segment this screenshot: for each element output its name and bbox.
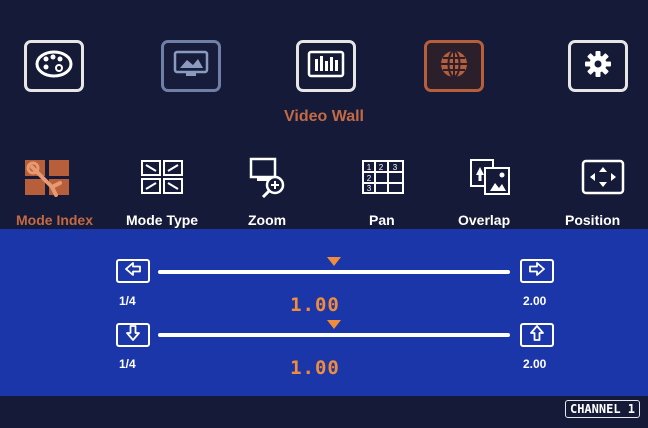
globe-icon: [434, 48, 474, 85]
svg-text:2: 2: [367, 174, 372, 183]
slider-thumb-1[interactable]: [327, 257, 341, 266]
section-title: Video Wall: [283, 108, 364, 125]
slider-value-1: 1.00: [290, 294, 340, 316]
svg-text:3: 3: [393, 163, 398, 172]
zoom-icon[interactable]: [246, 156, 290, 198]
slider-track-2[interactable]: [158, 333, 510, 337]
top-menu-item-color[interactable]: [24, 40, 84, 92]
slider-min-label-2: 1/4: [119, 357, 136, 371]
osd-screen: Video Wall 1 2 3 2 3 Mode Index Mode Typ…: [0, 0, 648, 428]
arrow-up-icon: [530, 324, 544, 346]
decrease-button-1[interactable]: [116, 259, 150, 283]
pan-grid-icon[interactable]: 1 2 3 2 3: [358, 156, 408, 198]
slider-max-label-2: 2.00: [523, 357, 547, 371]
svg-text:2: 2: [379, 163, 384, 172]
sub-menu-zoom[interactable]: Zoom: [248, 212, 286, 228]
position-icon[interactable]: [578, 156, 628, 198]
sub-menu-position[interactable]: Position: [565, 212, 620, 228]
image-adjust-icon: [306, 49, 346, 84]
top-menu-item-settings[interactable]: [568, 40, 628, 92]
overlap-icon[interactable]: [466, 156, 516, 198]
increase-button-1[interactable]: [520, 259, 554, 283]
top-menu-item-image[interactable]: [161, 40, 221, 92]
svg-text:3: 3: [367, 184, 372, 193]
svg-text:1: 1: [367, 163, 372, 172]
arrow-right-icon: [529, 261, 545, 281]
decrease-button-2[interactable]: [116, 323, 150, 347]
sub-menu-pan[interactable]: Pan: [369, 212, 395, 228]
increase-button-2[interactable]: [520, 323, 554, 347]
slider-panel: 1/4 1.00 2.00 1/4 1.00 2.00: [0, 229, 648, 396]
gear-icon: [580, 48, 616, 85]
slider-track-1[interactable]: [158, 270, 510, 274]
top-menu-item-video-wall[interactable]: [424, 40, 484, 92]
channel-badge: CHANNEL 1: [564, 400, 640, 418]
sub-menu-mode-type[interactable]: Mode Type: [126, 212, 198, 228]
arrow-down-icon: [126, 324, 140, 346]
slider-thumb-2[interactable]: [327, 320, 341, 329]
palette-icon: [34, 49, 74, 84]
arrow-left-icon: [125, 261, 141, 281]
monitor-image-icon: [171, 49, 211, 84]
slider-min-label-1: 1/4: [119, 294, 136, 308]
mode-index-icon[interactable]: [20, 156, 76, 198]
mode-type-icon[interactable]: [138, 156, 186, 198]
top-menu-item-adjust[interactable]: [296, 40, 356, 92]
slider-max-label-1: 2.00: [523, 294, 547, 308]
sub-menu-overlap[interactable]: Overlap: [458, 212, 510, 228]
slider-value-2: 1.00: [290, 357, 340, 379]
sub-menu-mode-index[interactable]: Mode Index: [16, 212, 93, 228]
